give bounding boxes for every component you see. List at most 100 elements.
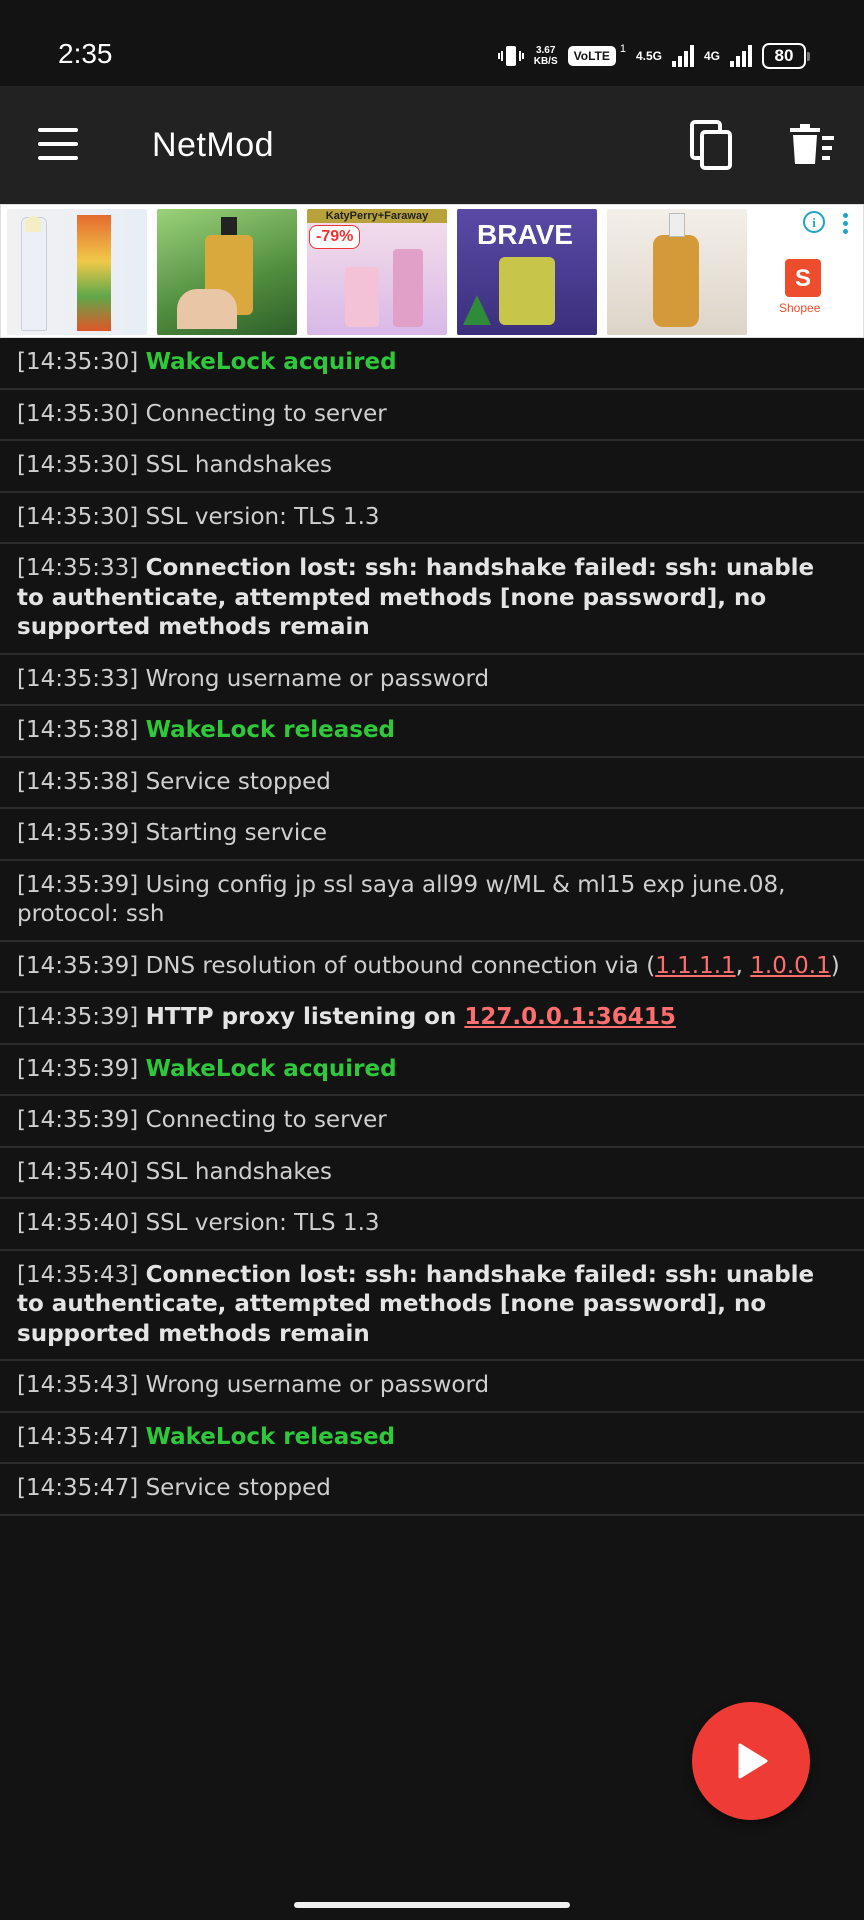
log-entry: [14:35:43] Wrong username or password — [0, 1361, 864, 1413]
log-entry: [14:35:33] Wrong username or password — [0, 655, 864, 706]
log-entry: [14:35:40] SSL handshakes — [0, 1148, 864, 1199]
log-timestamp: [14:35:39] — [17, 871, 139, 898]
status-bar: 2:35 3.67 KB/S VoLTE 1 4.5G 4G 80 — [0, 0, 864, 86]
log-message: ) — [830, 952, 840, 979]
ad-info-icon[interactable]: i — [803, 211, 825, 233]
log-entry: [14:35:39] Starting service — [0, 809, 864, 861]
log-timestamp: [14:35:40] — [17, 1158, 139, 1185]
log-message: SSL version: TLS 1.3 — [145, 1210, 380, 1236]
perfume-bottle-image — [345, 267, 379, 327]
brave-bottle-image — [499, 257, 555, 325]
christmas-tree-image — [463, 295, 491, 325]
log-timestamp: [14:35:33] — [17, 555, 139, 581]
delete-log-icon[interactable] — [788, 122, 836, 170]
log-timestamp: [14:35:47] — [17, 1475, 139, 1501]
log-message: Service stopped — [145, 1475, 331, 1501]
volte-badge: VoLTE — [567, 46, 616, 66]
log-entry: [14:35:39] Using config jp ssl saya all9… — [0, 861, 864, 942]
log-message: DNS resolution of outbound connection vi… — [145, 952, 656, 979]
vibrate-icon — [497, 46, 524, 66]
start-service-button[interactable] — [692, 1702, 810, 1820]
log-message: SSL handshakes — [145, 452, 333, 478]
lip-balm-image — [21, 216, 47, 331]
shopee-bag-icon: S — [785, 259, 821, 297]
ad-product-lip-balm[interactable] — [7, 209, 147, 335]
log-link[interactable]: 1.1.1.1 — [655, 953, 735, 979]
log-entry: [14:35:43] Connection lost: ssh: handsha… — [0, 1251, 864, 1361]
volte-sim-index: 1 — [619, 43, 626, 55]
log-message: WakeLock released — [145, 1423, 396, 1450]
app-toolbar: NetMod — [0, 86, 864, 204]
log-message: WakeLock acquired — [145, 349, 397, 375]
log-message: SSL version: TLS 1.3 — [145, 503, 380, 530]
brave-label: BRAVE — [477, 219, 573, 250]
network-type-2: 4G — [703, 49, 720, 63]
ad-shopee-logo[interactable]: S Shopee — [757, 209, 847, 335]
log-message: SSL handshakes — [145, 1158, 333, 1185]
log-message: Connecting to server — [145, 1107, 387, 1133]
ad-product-serum[interactable] — [157, 209, 297, 335]
speed-value: 3.67 — [535, 45, 556, 56]
log-entry: [14:35:30] Connecting to server — [0, 390, 864, 441]
log-timestamp: [14:35:38] — [17, 768, 139, 795]
log-timestamp: [14:35:30] — [17, 400, 139, 427]
log-entry: [14:35:38] Service stopped — [0, 758, 864, 809]
ad-product-oil[interactable] — [607, 209, 747, 335]
log-message: , — [735, 952, 751, 979]
log-timestamp: [14:35:30] — [17, 349, 139, 375]
log-timestamp: [14:35:30] — [17, 503, 139, 530]
log-timestamp: [14:35:43] — [17, 1261, 139, 1288]
network-type-1: 4.5G — [635, 49, 662, 63]
log-message: Starting service — [145, 820, 328, 846]
log-timestamp: [14:35:39] — [17, 820, 139, 846]
signal-icon-2 — [730, 45, 752, 67]
battery-level: 80 — [774, 46, 794, 65]
log-entry: [14:35:30] WakeLock acquired — [0, 338, 864, 390]
log-entry: [14:35:40] SSL version: TLS 1.3 — [0, 1199, 864, 1251]
home-indicator[interactable] — [294, 1902, 570, 1908]
log-entry: [14:35:39] WakeLock acquired — [0, 1045, 864, 1096]
log-timestamp: [14:35:39] — [17, 1055, 139, 1082]
log-timestamp: [14:35:38] — [17, 717, 139, 743]
signal-icon-1 — [671, 45, 694, 67]
ad-product-perfume-set[interactable]: KatyPerry+Faraway -79% — [307, 209, 447, 335]
log-message: WakeLock released — [145, 717, 396, 743]
log-message: Connecting to server — [145, 400, 387, 427]
log-link[interactable]: 127.0.0.1:36415 — [464, 1004, 675, 1030]
lip-balm-box-image — [77, 215, 111, 331]
log-entry: [14:35:39] Connecting to server — [0, 1096, 864, 1148]
log-timestamp: [14:35:40] — [17, 1210, 139, 1236]
log-timestamp: [14:35:30] — [17, 452, 139, 478]
app-title: NetMod — [152, 126, 275, 164]
log-entry: [14:35:47] WakeLock released — [0, 1413, 864, 1464]
log-entry: [14:35:33] Connection lost: ssh: handsha… — [0, 544, 864, 655]
battery-icon: 80 — [762, 43, 810, 69]
log-entry: [14:35:38] WakeLock released — [0, 706, 864, 758]
log-timestamp: [14:35:39] — [17, 1004, 139, 1030]
log-timestamp: [14:35:43] — [17, 1372, 139, 1398]
log-entry: [14:35:39] DNS resolution of outbound co… — [0, 942, 864, 993]
play-icon — [738, 1743, 768, 1779]
log-timestamp: [14:35:39] — [17, 952, 139, 979]
hand-image — [177, 289, 237, 329]
log-message: Service stopped — [145, 768, 331, 795]
hamburger-menu-icon[interactable] — [38, 128, 78, 160]
perfume-bottle-image-2 — [393, 249, 423, 327]
log-entry: [14:35:47] Service stopped — [0, 1464, 864, 1516]
speed-unit: KB/S — [533, 56, 558, 67]
log-message: HTTP proxy listening on — [145, 1004, 465, 1030]
log-timestamp: [14:35:47] — [17, 1423, 139, 1450]
status-time: 2:35 — [58, 38, 113, 69]
ad-product-brave-perfume[interactable]: BRAVE — [457, 209, 597, 335]
ad-options-icon[interactable] — [843, 213, 849, 234]
log-link[interactable]: 1.0.0.1 — [750, 953, 830, 979]
status-icons: 3.67 KB/S VoLTE 1 4.5G 4G 80 — [497, 40, 810, 72]
copy-icon[interactable] — [688, 120, 736, 172]
log-list: [14:35:30] WakeLock acquired [14:35:30] C… — [0, 338, 864, 1516]
network-speed: 3.67 KB/S — [534, 45, 558, 67]
oil-bottle-image — [653, 213, 699, 327]
ad-banner[interactable]: KatyPerry+Faraway -79% BRAVE S Shopee i — [0, 204, 864, 338]
log-timestamp: [14:35:39] — [17, 1107, 139, 1133]
log-timestamp: [14:35:33] — [17, 665, 139, 692]
log-message: WakeLock acquired — [145, 1055, 397, 1082]
